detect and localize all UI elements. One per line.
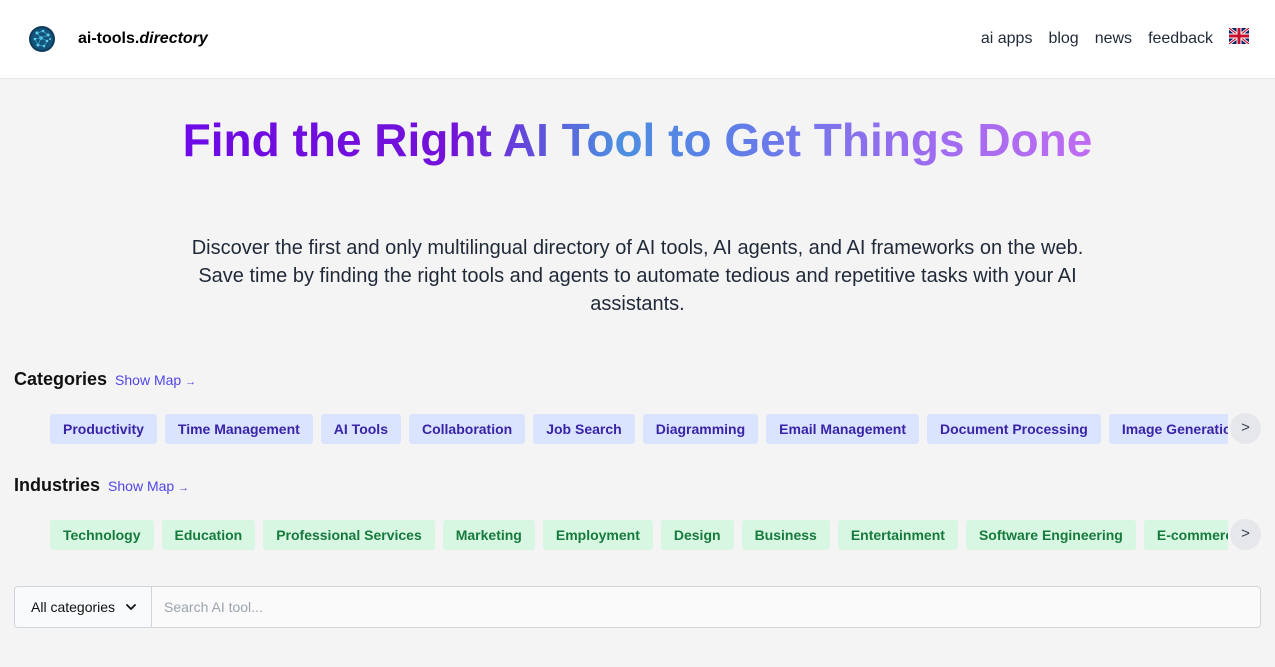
search-bar: All categories [14, 586, 1261, 628]
categories-header: Categories Show Map → [14, 369, 196, 390]
chevron-down-icon [126, 604, 136, 610]
industry-chip[interactable]: Technology [50, 520, 154, 550]
category-chip[interactable]: Image Generation [1108, 414, 1228, 444]
industry-chip[interactable]: Employment [542, 520, 653, 550]
industry-chip[interactable]: Education [161, 520, 256, 550]
category-chip[interactable]: AI Tools [320, 414, 401, 444]
industry-chip[interactable]: Entertainment [837, 520, 958, 550]
industries-heading: Industries [14, 475, 101, 495]
category-chip[interactable]: Productivity [50, 414, 157, 444]
arrow-right-icon: → [178, 482, 190, 494]
industries-show-map-link[interactable]: Show Map → [108, 478, 189, 494]
industries-header: Industries Show Map → [14, 475, 189, 496]
globe-network-icon[interactable] [28, 25, 56, 53]
category-chip[interactable]: Diagramming [642, 414, 759, 444]
categories-carousel: Productivity Time Management AI Tools Co… [50, 414, 1228, 444]
category-select-value: All categories [31, 599, 116, 615]
uk-flag-icon[interactable] [1229, 28, 1249, 44]
hero-subtitle: Discover the first and only multilingual… [191, 237, 1084, 315]
industry-chip[interactable]: Business [741, 520, 830, 550]
category-chip[interactable]: Email Management [766, 414, 919, 444]
category-chip[interactable]: Time Management [164, 414, 313, 444]
site-header: ai-tools.directory ai apps blog news fee… [0, 0, 1275, 79]
nav-feedback[interactable]: feedback [1148, 30, 1213, 48]
industries-carousel: Technology Education Professional Servic… [50, 520, 1228, 550]
categories-heading: Categories [14, 369, 108, 389]
industry-chip[interactable]: Design [660, 520, 734, 550]
search-input[interactable] [152, 587, 1260, 627]
category-chip[interactable]: Collaboration [408, 414, 526, 444]
category-chip[interactable]: Document Processing [927, 414, 1101, 444]
industry-chip[interactable]: Software Engineering [965, 520, 1136, 550]
industries-scroll-right-button[interactable]: > [1230, 519, 1261, 550]
industry-chip[interactable]: Professional Services [263, 520, 435, 550]
category-chip[interactable]: Job Search [533, 414, 635, 444]
nav-ai-apps[interactable]: ai apps [981, 30, 1033, 48]
nav-news[interactable]: news [1095, 30, 1132, 48]
main-nav: ai apps blog news feedback [981, 30, 1213, 48]
nav-blog[interactable]: blog [1048, 30, 1078, 48]
category-select[interactable]: All categories [15, 587, 152, 627]
industry-chip[interactable]: E-commerce [1143, 520, 1228, 550]
hero-title: Find the Right AI Tool to Get Things Don… [180, 111, 1095, 169]
industry-chip[interactable]: Marketing [442, 520, 535, 550]
arrow-right-icon: → [185, 376, 197, 388]
brand-name[interactable]: ai-tools.directory [78, 30, 208, 48]
categories-scroll-right-button[interactable]: > [1230, 413, 1261, 444]
categories-show-map-link[interactable]: Show Map → [115, 372, 196, 388]
